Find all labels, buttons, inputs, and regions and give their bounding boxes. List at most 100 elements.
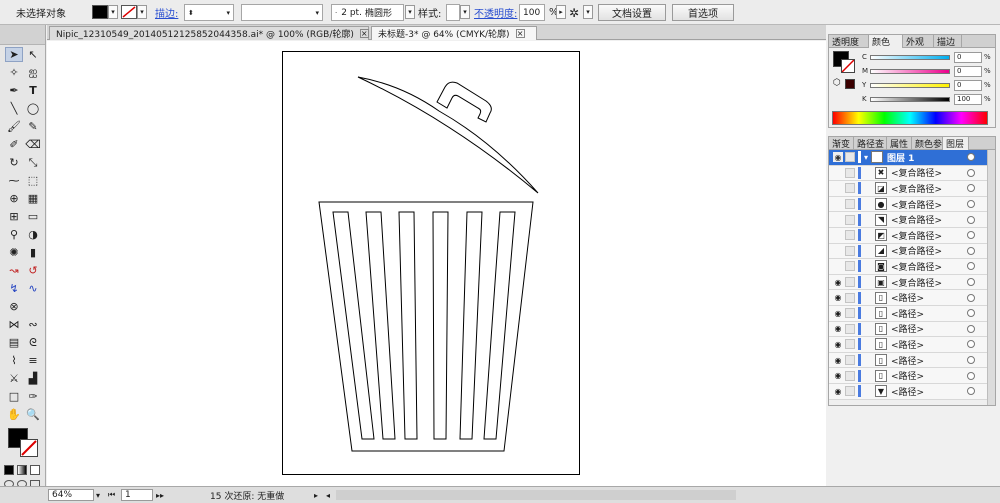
eye-icon[interactable]: [833, 230, 843, 240]
opacity-dropdown[interactable]: ▸: [556, 5, 566, 19]
layer-name[interactable]: <复合路径>: [891, 213, 942, 226]
layer-row[interactable]: ◙ <复合路径>: [829, 259, 995, 275]
opacity-field[interactable]: 100: [519, 4, 545, 21]
tab-document-2[interactable]: 未标题-3* @ 64% (CMYK/轮廓) ×: [371, 26, 537, 40]
pen-variant-tool-icon[interactable]: ✑: [24, 389, 42, 404]
web-color-swatch[interactable]: [845, 79, 855, 89]
close-icon[interactable]: ×: [359, 29, 369, 38]
gradient-mode-icon[interactable]: [17, 465, 27, 475]
layer-row-top[interactable]: ◉ ▾ ▪ 图层 1: [829, 150, 995, 166]
bar-graph-tool-icon[interactable]: ▟: [24, 371, 42, 386]
lock-toggle[interactable]: [845, 261, 855, 272]
perspective-grid-tool-icon[interactable]: ▦: [24, 191, 42, 206]
scale-tool-icon[interactable]: ⤡: [24, 155, 42, 170]
target-icon[interactable]: [967, 324, 975, 333]
status-menu-icon[interactable]: ▸: [314, 489, 318, 501]
symbol-sprayer-tool-icon[interactable]: ✺: [5, 245, 23, 260]
direct-selection-tool-icon[interactable]: ↖: [24, 47, 42, 62]
target-icon[interactable]: [967, 278, 975, 287]
lock-toggle[interactable]: [845, 370, 855, 381]
trash-slot-path[interactable]: [459, 211, 483, 440]
lock-toggle[interactable]: [845, 245, 855, 256]
trash-slot-path[interactable]: [432, 211, 449, 440]
tab-layers[interactable]: 图层: [943, 137, 969, 150]
layer-name[interactable]: <路径>: [891, 291, 924, 304]
target-icon[interactable]: [967, 200, 975, 209]
yellow-value[interactable]: 0: [954, 79, 982, 91]
target-icon[interactable]: [967, 309, 975, 318]
layer-name[interactable]: <路径>: [891, 307, 924, 320]
magenta-slider[interactable]: [870, 68, 950, 74]
trash-slot-path[interactable]: [332, 211, 375, 440]
horizontal-scrollbar[interactable]: [336, 490, 736, 500]
live-paint-tool-icon[interactable]: ▤: [5, 335, 23, 350]
tab-appearance[interactable]: 外观: [903, 35, 934, 48]
tools-panel-grip[interactable]: [0, 25, 45, 45]
lock-toggle[interactable]: [845, 167, 855, 178]
layer-name[interactable]: 图层 1: [887, 151, 914, 164]
target-icon[interactable]: [967, 293, 975, 302]
hand-tool-icon[interactable]: ✋: [5, 407, 23, 422]
reshape-tool-icon[interactable]: ↺: [24, 263, 42, 278]
target-icon[interactable]: [967, 262, 975, 271]
out-of-gamut-icon[interactable]: ⬡: [833, 78, 841, 88]
artboard-tool-icon[interactable]: ⋈: [5, 317, 23, 332]
rectangle-tool-icon[interactable]: □: [5, 389, 23, 404]
shape-builder-tool-icon[interactable]: ⊕: [5, 191, 23, 206]
brush-definition[interactable]: · 2 pt. 椭圆形: [331, 4, 404, 21]
zoom-tool-icon[interactable]: 🔍: [24, 407, 42, 422]
line-tool-icon[interactable]: ╲: [5, 101, 23, 116]
eye-icon[interactable]: ◉: [833, 355, 843, 365]
lock-toggle[interactable]: [845, 183, 855, 194]
stroke-color-box[interactable]: [20, 439, 38, 457]
recolor-artwork-icon[interactable]: ✲: [569, 4, 579, 21]
chevron-down-icon[interactable]: ▾: [864, 153, 868, 162]
pencil-tool-icon[interactable]: ✎: [24, 119, 42, 134]
preferences-button[interactable]: 首选项: [672, 4, 734, 21]
column-graph-tool-icon[interactable]: ▮: [24, 245, 42, 260]
trash-can-artwork[interactable]: [282, 51, 580, 475]
eye-icon[interactable]: ◉: [833, 339, 843, 349]
layer-row[interactable]: ◪ <复合路径>: [829, 181, 995, 197]
layer-name[interactable]: <路径>: [891, 385, 924, 398]
tab-document-1[interactable]: Nipic_12310549_20140512125852044358.ai* …: [49, 26, 369, 40]
rotate-tool-icon[interactable]: ↻: [5, 155, 23, 170]
document-setup-button[interactable]: 文档设置: [598, 4, 666, 21]
layer-row[interactable]: ◉ ▣ <复合路径>: [829, 274, 995, 291]
mesh-tool-icon[interactable]: ⊞: [5, 209, 23, 224]
opacity-label[interactable]: 不透明度:: [474, 4, 517, 21]
brush-dropdown[interactable]: ▾: [405, 5, 415, 19]
style-swatch[interactable]: [446, 4, 460, 21]
stroke-label[interactable]: 描边:: [155, 4, 178, 21]
close-icon[interactable]: ×: [515, 29, 525, 38]
page-field[interactable]: 1: [121, 489, 153, 501]
layer-row[interactable]: ◥ <复合路径>: [829, 212, 995, 228]
recolor-dropdown[interactable]: ▾: [583, 5, 593, 19]
layer-name[interactable]: <路径>: [891, 322, 924, 335]
stroke-swatch[interactable]: [121, 5, 137, 19]
layer-name[interactable]: <复合路径>: [891, 166, 942, 179]
target-icon[interactable]: [967, 184, 975, 193]
layer-name[interactable]: <复合路径>: [891, 229, 942, 242]
target-icon[interactable]: [967, 215, 975, 224]
eraser-tool-icon[interactable]: ⌫: [24, 137, 42, 152]
tab-gradient[interactable]: 渐变: [829, 137, 854, 150]
eye-icon[interactable]: [833, 199, 843, 209]
path-eraser-tool-icon[interactable]: ∿: [24, 281, 42, 296]
gradient-tool-icon[interactable]: ▭: [24, 209, 42, 224]
chevron-down-icon[interactable]: ▾: [96, 489, 100, 501]
none-mode-icon[interactable]: [30, 465, 40, 475]
tab-attributes[interactable]: 属性: [887, 137, 912, 150]
target-icon[interactable]: [967, 153, 975, 162]
target-icon[interactable]: [967, 246, 975, 255]
layer-row[interactable]: ◉ ▯ <路径>: [829, 352, 995, 369]
magic-wand-tool-icon[interactable]: ✧: [5, 65, 23, 80]
cyan-value[interactable]: 0: [954, 51, 982, 63]
selection-tool-icon[interactable]: ➤: [5, 47, 23, 62]
black-value[interactable]: 100: [954, 93, 982, 105]
trash-slot-path[interactable]: [398, 211, 418, 440]
eye-icon[interactable]: ◉: [833, 324, 843, 334]
trash-lid-path[interactable]: [357, 76, 539, 194]
color-spectrum[interactable]: [832, 111, 988, 125]
black-channel[interactable]: K 100 %: [862, 93, 991, 105]
